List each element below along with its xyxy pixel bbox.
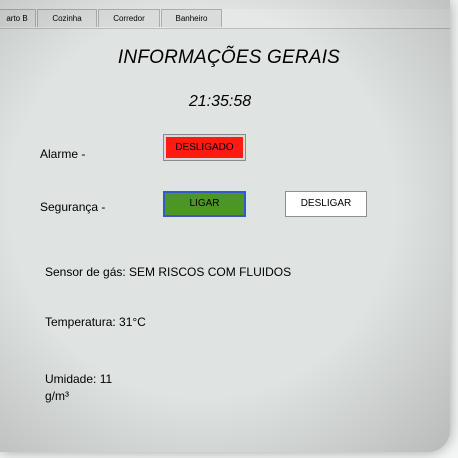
photo-frame: arto B Cozinha Corredor Banheiro INFORMA… [0, 0, 458, 458]
clock-display: 21:35:58 [188, 93, 252, 110]
security-off-button[interactable]: DESLIGAR [285, 191, 367, 217]
alarm-label: Alarme - [40, 147, 86, 161]
security-label: Segurança - [40, 200, 106, 214]
security-on-button[interactable]: LIGAR [163, 191, 246, 217]
tab-cozinha[interactable]: Cozinha [37, 9, 97, 27]
humidity-text: Umidade: 11 [45, 372, 113, 386]
tab-banheiro[interactable]: Banheiro [161, 9, 222, 27]
alarm-status-button[interactable]: DESLIGADO [163, 134, 246, 161]
room-tab-bar: arto B Cozinha Corredor Banheiro [0, 9, 450, 29]
app-window: arto B Cozinha Corredor Banheiro INFORMA… [0, 0, 450, 452]
page-title: INFORMAÇÕES GERAIS [117, 47, 341, 68]
temperature-text: Temperatura: 31°C [45, 315, 146, 329]
humidity-unit-text: g/m³ [45, 389, 69, 403]
tab-corredor[interactable]: Corredor [98, 9, 160, 27]
gas-sensor-text: Sensor de gás: SEM RISCOS COM FLUIDOS [45, 265, 292, 279]
tab-quarto-b[interactable]: arto B [0, 9, 36, 27]
